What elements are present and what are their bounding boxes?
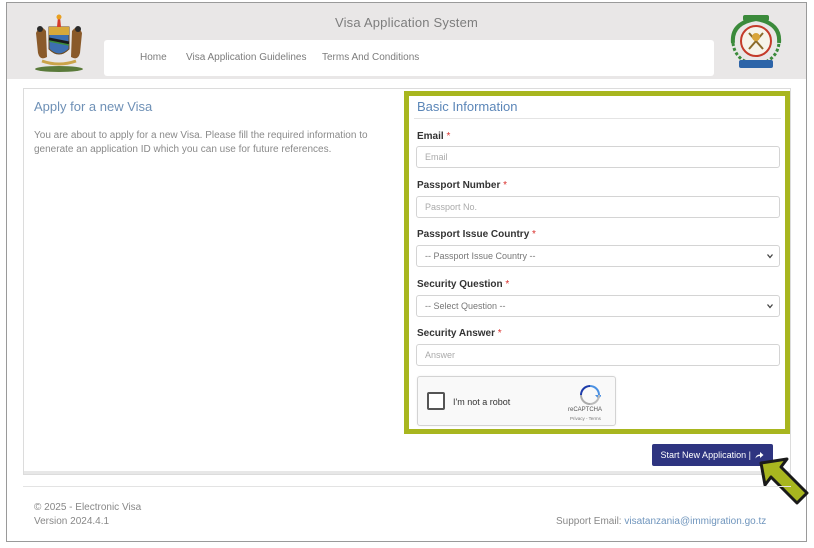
security-question-label: Security Question * — [417, 279, 510, 290]
passport-number-field[interactable] — [416, 196, 780, 218]
email-label: Email * — [417, 131, 451, 142]
apply-title: Apply for a new Visa — [34, 99, 153, 114]
card-bottom-edge — [24, 471, 790, 474]
footer-divider — [23, 486, 791, 487]
recaptcha-terms-link[interactable]: Privacy - Terms — [570, 416, 601, 421]
main-navbar: Home Visa Application Guidelines Terms A… — [104, 40, 714, 76]
chevron-down-icon — [767, 254, 773, 259]
security-answer-field[interactable] — [416, 344, 780, 366]
pointer-arrow-icon — [759, 457, 809, 505]
required-marker: * — [505, 279, 510, 290]
nav-terms-conditions[interactable]: Terms And Conditions — [322, 52, 419, 63]
support-label: Support Email: — [556, 516, 622, 527]
recaptcha-logo-icon — [580, 385, 601, 405]
passport-country-label: Passport Issue Country * — [417, 229, 536, 240]
immigration-emblem-icon — [730, 15, 782, 68]
passport-country-select[interactable]: -- Passport Issue Country -- — [416, 245, 780, 267]
footer-copyright: © 2025 - Electronic Visa — [34, 502, 142, 513]
recaptcha-checkbox[interactable] — [427, 392, 445, 410]
passport-country-selected: -- Passport Issue Country -- — [425, 251, 536, 261]
start-button-label: Start New Application | — [660, 450, 751, 460]
recaptcha-widget: I'm not a robot reCAPTCHA Privacy - Term… — [417, 376, 616, 426]
required-marker: * — [497, 328, 502, 339]
required-marker: * — [446, 131, 451, 142]
footer-version: Version 2024.4.1 — [34, 516, 110, 527]
required-marker: * — [503, 180, 508, 191]
form-title-divider — [414, 118, 781, 119]
security-question-select[interactable]: -- Select Question -- — [416, 295, 780, 317]
nav-visa-guidelines[interactable]: Visa Application Guidelines — [186, 52, 306, 63]
security-question-selected: -- Select Question -- — [425, 301, 506, 311]
recaptcha-label: I'm not a robot — [453, 397, 511, 407]
form-title: Basic Information — [417, 99, 518, 114]
apply-description: You are about to apply for a new Visa. P… — [34, 130, 368, 155]
footer-support: Support Email: visatanzania@immigration.… — [556, 516, 766, 527]
support-email-link[interactable]: visatanzania@immigration.go.tz — [624, 516, 766, 527]
site-header: Visa Application System Home Visa Applic… — [7, 3, 806, 79]
email-field[interactable] — [416, 146, 780, 168]
recaptcha-brand: reCAPTCHA — [568, 407, 603, 413]
required-marker: * — [532, 229, 536, 240]
app-title: Visa Application System — [334, 15, 479, 30]
chevron-down-icon — [767, 304, 773, 309]
nav-home[interactable]: Home — [140, 52, 167, 63]
start-new-application-button[interactable]: Start New Application | — [652, 444, 773, 466]
security-answer-label: Security Answer * — [417, 328, 502, 339]
passport-number-label: Passport Number * — [417, 180, 508, 191]
